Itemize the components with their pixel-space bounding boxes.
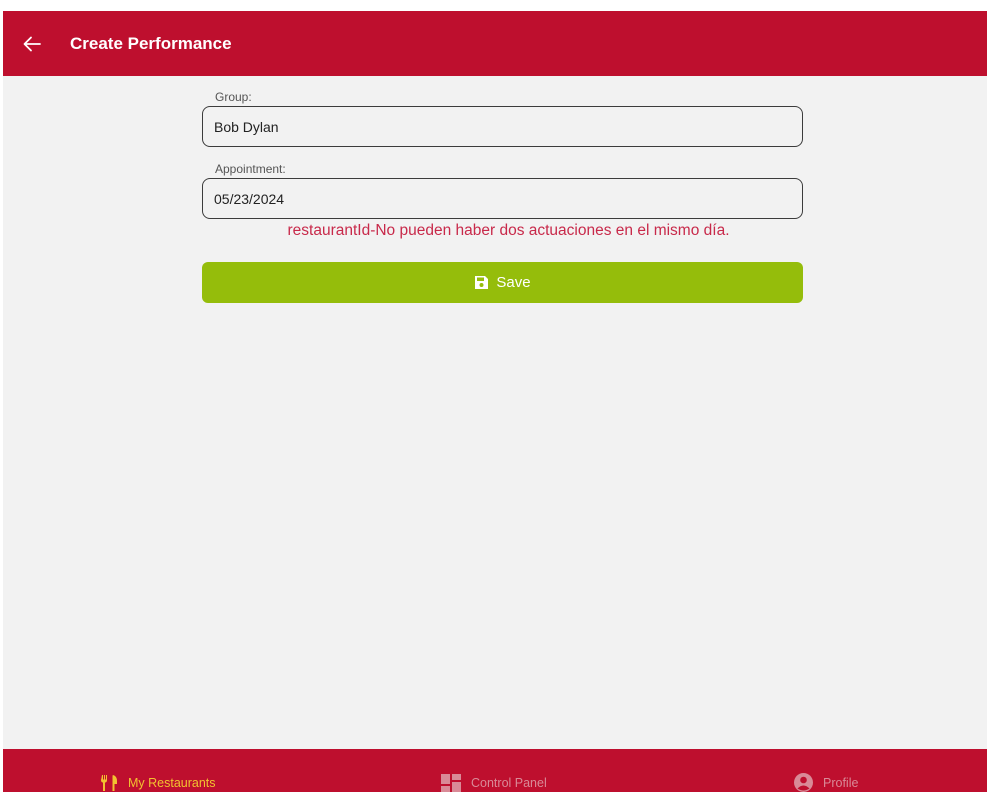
fork-knife-icon xyxy=(100,774,118,791)
tab-control-panel[interactable]: Control Panel xyxy=(441,749,547,792)
error-message: restaurantId-No pueden haber dos actuaci… xyxy=(287,222,730,239)
arrow-left-icon xyxy=(23,36,41,52)
header-bar: Create Performance xyxy=(3,11,987,76)
appointment-input[interactable] xyxy=(202,178,803,219)
app-window: Create Performance Group: Appointment: r… xyxy=(3,11,987,792)
save-button-label: Save xyxy=(496,274,531,291)
dashboard-icon xyxy=(441,773,461,792)
group-input[interactable] xyxy=(202,106,803,147)
tab-control-panel-label: Control Panel xyxy=(471,775,547,790)
tab-my-restaurants[interactable]: My Restaurants xyxy=(100,749,216,792)
tab-profile[interactable]: Profile xyxy=(794,749,858,792)
user-circle-icon xyxy=(794,773,813,792)
tab-profile-label: Profile xyxy=(823,775,859,790)
create-performance-form: Group: Appointment: restaurantId-No pued… xyxy=(202,88,803,303)
back-button[interactable] xyxy=(19,31,45,57)
appointment-label: Appointment: xyxy=(215,162,286,176)
tab-my-restaurants-label: My Restaurants xyxy=(128,775,216,790)
page-title: Create Performance xyxy=(70,34,232,53)
save-button[interactable]: Save xyxy=(202,262,803,303)
bottom-tab-bar: My Restaurants Control Panel Profile xyxy=(3,749,987,792)
floppy-disk-icon xyxy=(475,276,489,289)
group-label: Group: xyxy=(215,90,252,104)
